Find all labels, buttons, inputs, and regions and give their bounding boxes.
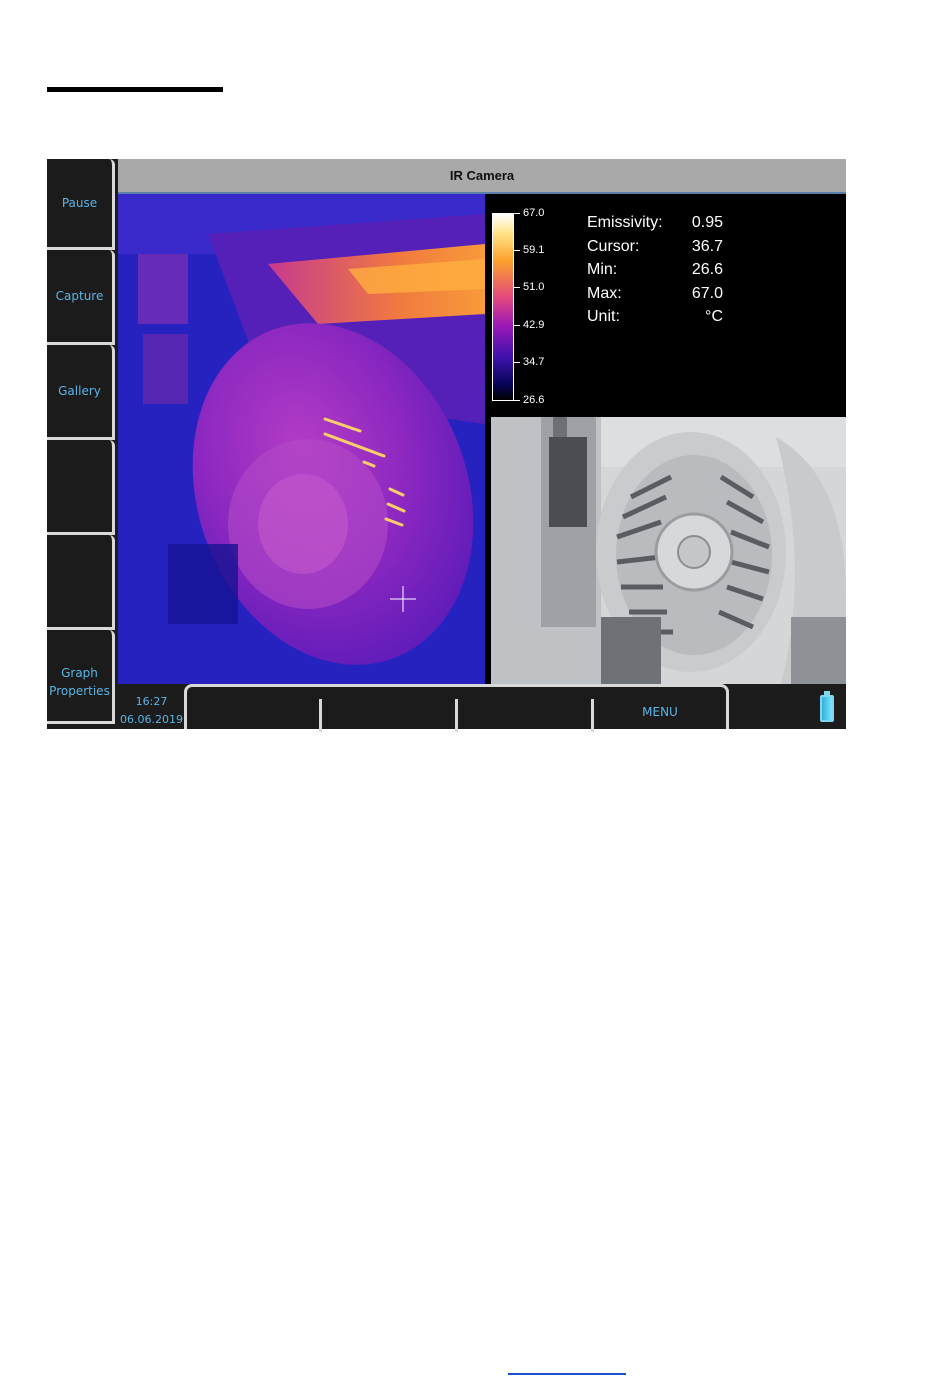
softkey-4[interactable] <box>47 440 115 535</box>
thermal-image[interactable] <box>118 194 485 684</box>
visible-photo <box>491 417 846 684</box>
scale-tick <box>514 287 520 288</box>
scale-tick <box>514 213 520 214</box>
softkey-column: Pause Capture Gallery Graph Properties <box>47 159 117 724</box>
window-title: IR Camera <box>118 159 846 194</box>
min-label: Min: <box>587 261 618 278</box>
unit-label: Unit: <box>587 308 620 325</box>
emissivity-label: Emissivity: <box>587 214 663 231</box>
capture-label: Capture <box>55 289 104 303</box>
color-scale-bar <box>492 213 514 401</box>
scale-label: 34.7 <box>523 356 545 368</box>
date-text: 06.06.2019 <box>120 713 183 726</box>
scale-label-min: 26.6 <box>523 394 545 406</box>
header-rule <box>47 87 223 92</box>
scale-tick <box>514 250 520 251</box>
max-label: Max: <box>587 284 622 302</box>
scale-tick <box>514 362 520 363</box>
cursor-value: 36.7 <box>691 237 723 255</box>
bottom-softkeys: MENU <box>184 684 729 732</box>
graph-properties-label: Graph Properties <box>49 665 110 698</box>
cursor-label: Cursor: <box>587 237 640 255</box>
menu-button[interactable]: MENU <box>595 705 725 719</box>
unit-value: °C <box>705 308 723 325</box>
scale-label: 51.0 <box>523 281 545 293</box>
scale-label-max: 67.0 <box>523 207 545 219</box>
motor-photo-graphic <box>491 417 846 684</box>
clock: 16:27 06.06.2019 <box>119 693 184 729</box>
scale-tick <box>514 400 520 401</box>
scale-label: 59.1 <box>523 244 545 256</box>
window-title-text: IR Camera <box>449 168 515 183</box>
emissivity-value: 0.95 <box>691 214 723 231</box>
scale-label: 42.9 <box>523 319 545 331</box>
gallery-button[interactable]: Gallery <box>47 345 115 440</box>
time-text: 16:27 <box>135 695 168 708</box>
pause-label: Pause <box>61 196 98 210</box>
capture-button[interactable]: Capture <box>47 250 115 345</box>
graph-properties-button[interactable]: Graph Properties <box>47 630 115 724</box>
softkey-5[interactable] <box>47 535 115 630</box>
softkey-divider <box>591 699 594 732</box>
device-screen: Pause Capture Gallery Graph Properties I… <box>47 159 846 732</box>
max-value: 67.0 <box>691 284 723 302</box>
min-value: 26.6 <box>691 261 723 278</box>
pause-button[interactable]: Pause <box>47 159 115 250</box>
footer-link-underline[interactable] <box>508 1373 626 1375</box>
softkey-divider <box>455 699 458 732</box>
gallery-label: Gallery <box>58 384 101 398</box>
softkey-divider <box>319 699 322 732</box>
battery-icon <box>820 695 834 722</box>
thermal-image-graphic <box>118 194 485 684</box>
scale-tick <box>514 325 520 326</box>
